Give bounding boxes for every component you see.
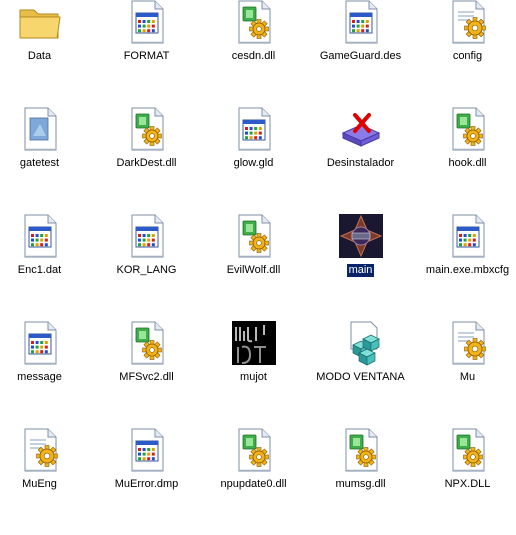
file-item[interactable]: config xyxy=(414,0,516,107)
file-item[interactable]: message xyxy=(0,321,93,428)
file-item[interactable]: Data xyxy=(0,0,93,107)
application-window-icon[interactable] xyxy=(444,212,492,260)
registry-cubes-icon[interactable] xyxy=(337,319,385,367)
file-item-label[interactable]: main xyxy=(345,263,376,278)
uninstaller-icon[interactable] xyxy=(337,105,385,153)
dll-gear-icon[interactable] xyxy=(444,105,492,153)
dll-gear-icon[interactable] xyxy=(444,426,492,474)
file-item-label[interactable]: cesdn.dll xyxy=(230,50,277,63)
file-item[interactable]: glow.gld xyxy=(200,107,307,214)
application-window-icon[interactable] xyxy=(123,212,171,260)
mujot-image-icon[interactable] xyxy=(230,319,278,367)
file-item[interactable]: EvilWolf.dll xyxy=(200,214,307,321)
file-item-label[interactable]: EvilWolf.dll xyxy=(225,264,283,277)
main-game-icon[interactable] xyxy=(337,212,385,260)
config-settings-icon[interactable] xyxy=(444,319,492,367)
file-item[interactable]: KOR_LANG xyxy=(93,214,200,321)
file-item[interactable]: FORMAT xyxy=(93,0,200,107)
file-item-label[interactable]: MODO VENTANA xyxy=(314,371,406,384)
file-item[interactable]: main.exe.mbxcfg xyxy=(414,214,516,321)
file-item-label[interactable]: MuEng xyxy=(20,478,59,491)
dll-gear-icon[interactable] xyxy=(123,319,171,367)
file-item[interactable]: npupdate0.dll xyxy=(200,428,307,535)
folder-icon-grid: Data FORMAT cesdn.dll GameGuard.des config ga… xyxy=(0,0,509,499)
file-item[interactable]: Mu xyxy=(414,321,516,428)
file-item-label[interactable]: MuError.dmp xyxy=(113,478,181,491)
file-item[interactable]: mumsg.dll xyxy=(307,428,414,535)
config-settings-icon[interactable] xyxy=(16,426,64,474)
file-item[interactable]: hook.dll xyxy=(414,107,516,214)
file-item[interactable]: MuEng xyxy=(0,428,93,535)
file-item[interactable]: main xyxy=(307,214,414,321)
generic-file-icon[interactable] xyxy=(16,105,64,153)
file-item-label[interactable]: Mu xyxy=(458,371,477,384)
file-item[interactable]: GameGuard.des xyxy=(307,0,414,107)
application-window-icon[interactable] xyxy=(123,426,171,474)
application-window-icon[interactable] xyxy=(230,105,278,153)
file-item-label[interactable]: npupdate0.dll xyxy=(218,478,288,491)
application-window-icon[interactable] xyxy=(337,0,385,46)
dll-gear-icon[interactable] xyxy=(337,426,385,474)
application-window-icon[interactable] xyxy=(16,319,64,367)
file-item[interactable]: Desinstalador xyxy=(307,107,414,214)
file-item-label[interactable]: hook.dll xyxy=(447,157,489,170)
application-window-icon[interactable] xyxy=(123,0,171,46)
file-item-label[interactable]: Enc1.dat xyxy=(16,264,63,277)
file-item[interactable]: MFSvc2.dll xyxy=(93,321,200,428)
dll-gear-icon[interactable] xyxy=(230,0,278,46)
file-item[interactable]: NPX.DLL xyxy=(414,428,516,535)
dll-gear-icon[interactable] xyxy=(230,212,278,260)
file-item-label[interactable]: gatetest xyxy=(18,157,61,170)
config-settings-icon[interactable] xyxy=(444,0,492,46)
file-item[interactable]: cesdn.dll xyxy=(200,0,307,107)
file-item-label[interactable]: mumsg.dll xyxy=(333,478,387,491)
file-item-label[interactable]: glow.gld xyxy=(232,157,276,170)
file-item[interactable]: DarkDest.dll xyxy=(93,107,200,214)
file-item[interactable]: MuError.dmp xyxy=(93,428,200,535)
file-item-label[interactable]: MFSvc2.dll xyxy=(117,371,175,384)
file-item-label[interactable]: FORMAT xyxy=(122,50,172,63)
file-item-label[interactable]: DarkDest.dll xyxy=(115,157,179,170)
file-item[interactable]: MODO VENTANA xyxy=(307,321,414,428)
file-item-label[interactable]: GameGuard.des xyxy=(318,50,403,63)
file-item-label[interactable]: KOR_LANG xyxy=(115,264,179,277)
dll-gear-icon[interactable] xyxy=(123,105,171,153)
file-item-label[interactable]: main.exe.mbxcfg xyxy=(424,264,511,277)
file-item-label[interactable]: Desinstalador xyxy=(325,157,396,170)
file-item[interactable]: gatetest xyxy=(0,107,93,214)
file-item-label[interactable]: NPX.DLL xyxy=(443,478,493,491)
dll-gear-icon[interactable] xyxy=(230,426,278,474)
file-item[interactable]: mujot xyxy=(200,321,307,428)
file-item-label[interactable]: config xyxy=(451,50,484,63)
folder-icon[interactable] xyxy=(16,0,64,46)
file-item-label[interactable]: Data xyxy=(26,50,53,63)
file-item-label[interactable]: message xyxy=(15,371,64,384)
application-window-icon[interactable] xyxy=(16,212,64,260)
file-item-label[interactable]: mujot xyxy=(238,371,269,384)
file-item[interactable]: Enc1.dat xyxy=(0,214,93,321)
